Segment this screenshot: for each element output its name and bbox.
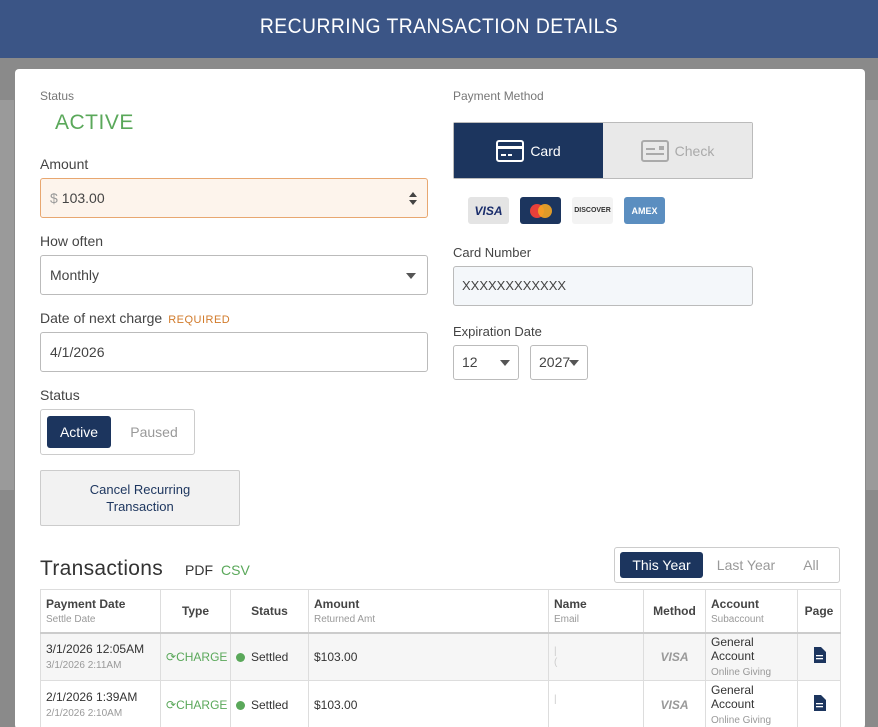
refresh-icon: ⟳ [166,697,177,712]
subaccount-name: Online Giving [711,667,772,679]
type-charge: ⟳CHARGE [166,649,228,664]
status-text: Settled [251,697,289,712]
mastercard-icon [520,197,561,224]
page-cell[interactable] [797,680,841,727]
required-tag: REQUIRED [168,314,231,326]
amount-input[interactable]: $ 103.00 [40,178,428,218]
cancel-recurring-button[interactable]: Cancel Recurring Transaction [40,470,240,526]
document-icon[interactable] [813,647,826,664]
modal-title-bar: RECURRING TRANSACTION DETAILS [0,0,878,58]
how-often-label: How often [40,233,104,249]
visa-icon: VISA [468,197,509,224]
payment-method-toggle: Card Check [453,122,753,179]
transactions-title: Transactions [40,557,164,580]
chevron-down-icon [406,273,416,279]
col-type[interactable]: Type [160,589,231,633]
col-status[interactable]: Status [230,589,309,633]
type-charge: ⟳CHARGE [166,697,228,712]
refresh-icon: ⟳ [166,649,177,664]
name-cell: |( [548,632,644,681]
discover-icon: DISCOVER [572,197,613,224]
card-number-input[interactable]: XXXXXXXXXXXX [453,266,753,306]
status-dot-icon [236,700,245,710]
next-charge-value: 4/1/2026 [50,344,105,360]
amex-icon: AMEX [624,197,665,224]
payment-check-label: Check [674,142,715,159]
col-payment-date[interactable]: Payment Date Settle Date [40,589,161,633]
credit-card-icon [496,139,525,162]
col-account[interactable]: Account Subaccount [705,589,798,633]
modal-title: RECURRING TRANSACTION DETAILS [259,15,619,38]
visa-icon: VISA [643,680,706,727]
how-often-value: Monthly [50,267,100,283]
exp-year-value: 2027 [539,354,571,370]
chevron-down-icon [500,360,510,366]
status-label: Status [40,89,75,103]
settle-date: 3/1/2026 2:11AM [46,660,122,672]
pdf-export-link[interactable]: PDF [185,562,213,578]
currency-symbol: $ [50,190,58,206]
payment-card-label: Card [530,142,561,159]
status-dot-icon [236,652,245,662]
amount-spinner[interactable] [409,192,417,205]
col-amount[interactable]: Amount Returned Amt [308,589,549,633]
year-range-toggle: This Year Last Year All [614,547,840,583]
payment-date: 3/1/2026 12:05AM [46,642,145,657]
page-cell[interactable] [797,632,841,681]
subaccount-name: Online Giving [711,715,772,726]
range-last-year[interactable]: Last Year [711,552,781,578]
visa-icon: VISA [643,632,706,681]
amount-cell: $103.00 [308,632,549,681]
how-often-select[interactable]: Monthly [40,255,428,295]
next-charge-label-row: Date of next charge REQUIRED [40,310,230,326]
status-toggle: Active Paused [40,409,195,455]
recurring-transaction-modal: Status ACTIVE Amount $ 103.00 How often … [15,69,865,727]
transactions-header: Transactions PDF CSV [40,557,250,581]
card-number-label: Card Number [453,245,532,260]
amount-value: 103.00 [61,190,105,206]
background-right-strip [866,100,878,490]
table-row[interactable]: 3/1/2026 12:05AM 3/1/2026 2:11AM ⟳CHARGE … [40,632,841,681]
amount-cell: $103.00 [308,680,549,727]
payment-check-option[interactable]: Check [603,123,752,178]
range-all[interactable]: All [791,552,831,578]
next-charge-date-input[interactable]: 4/1/2026 [40,332,428,372]
transactions-table: Payment Date Settle Date Type Status Amou… [40,589,841,727]
name-cell: | [548,680,644,727]
next-charge-label: Date of next charge [40,310,163,326]
account-name: General Account [711,635,755,664]
payment-method-label: Payment Method [453,89,544,103]
col-name[interactable]: Name Email [548,589,644,633]
status-paused-option[interactable]: Paused [119,416,189,448]
exp-month-select[interactable]: 12 [453,345,519,380]
status-value: ACTIVE [55,111,134,134]
payment-date: 2/1/2026 1:39AM [46,690,138,704]
account-name: General Account [711,683,755,711]
chevron-down-icon [569,360,579,366]
background-left-strip [0,100,14,490]
settle-date: 2/1/2026 2:10AM [46,708,123,719]
range-this-year[interactable]: This Year [620,552,703,578]
payment-card-option[interactable]: Card [454,123,603,178]
amount-label: Amount [40,156,89,172]
exp-year-select[interactable]: 2027 [530,345,588,380]
status-active-option[interactable]: Active [47,416,111,448]
card-brand-list: VISA DISCOVER AMEX [468,197,665,224]
csv-export-link[interactable]: CSV [221,562,250,578]
document-icon[interactable] [813,695,826,711]
table-row[interactable]: 2/1/2026 1:39AM 2/1/2026 2:10AM ⟳CHARGE S… [40,680,841,727]
table-header-row: Payment Date Settle Date Type Status Amou… [40,589,841,633]
expiration-label: Expiration Date [453,324,542,339]
status-text: Settled [251,649,289,664]
exp-month-value: 12 [462,354,478,370]
check-icon [640,139,669,162]
col-page[interactable]: Page [797,589,841,633]
status-toggle-label: Status [40,387,80,403]
col-method[interactable]: Method [643,589,706,633]
